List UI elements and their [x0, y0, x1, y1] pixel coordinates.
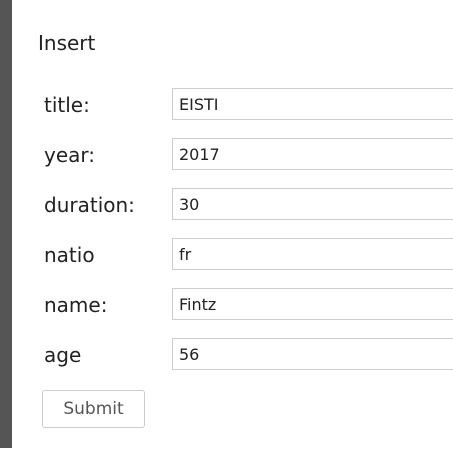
- year-field[interactable]: [172, 138, 453, 170]
- year-label: year:: [44, 143, 96, 167]
- natio-label: natio: [44, 243, 95, 267]
- form-row-age: age: [44, 338, 453, 372]
- title-field[interactable]: [172, 88, 453, 120]
- name-field[interactable]: [172, 288, 453, 320]
- form-row-natio: natio: [44, 238, 453, 272]
- title-label: title:: [44, 93, 90, 117]
- age-label: age: [44, 343, 82, 367]
- submit-button[interactable]: Submit: [42, 390, 145, 428]
- name-label: name:: [44, 293, 108, 317]
- duration-field[interactable]: [172, 188, 453, 220]
- page-title: Insert: [38, 31, 96, 55]
- natio-field[interactable]: [172, 238, 453, 270]
- form-row-name: name:: [44, 288, 453, 322]
- left-edge-bar: [0, 0, 12, 448]
- form-row-year: year:: [44, 138, 453, 172]
- age-field[interactable]: [172, 338, 453, 370]
- duration-label: duration:: [44, 193, 135, 217]
- form-row-duration: duration:: [44, 188, 453, 222]
- form-row-title: title:: [44, 88, 453, 122]
